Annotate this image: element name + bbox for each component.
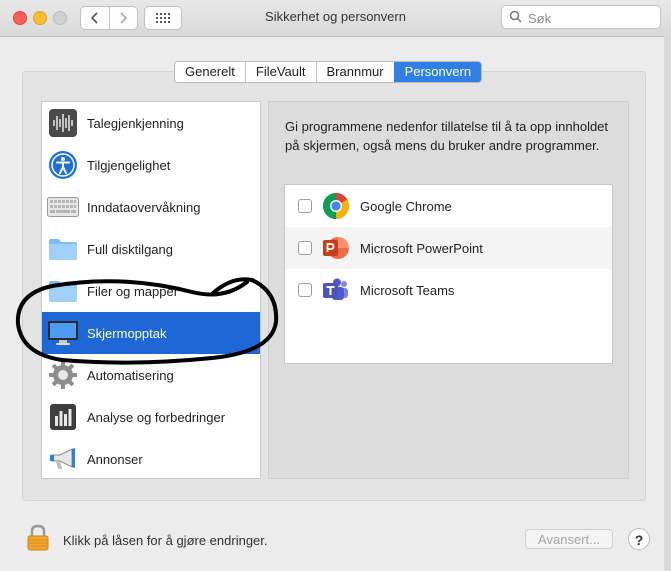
- sidebar-item-label: Annonser: [87, 451, 143, 467]
- sidebar-item-skjermopptak[interactable]: Skjermopptak: [42, 312, 260, 354]
- forward-button[interactable]: [108, 7, 138, 29]
- teams-icon: [322, 276, 350, 304]
- title-bar: Sikkerhet og personvern: [0, 0, 671, 37]
- waveform-icon: [47, 107, 79, 139]
- minimize-window-button[interactable]: [33, 11, 47, 25]
- sidebar-item-label: Automatisering: [87, 367, 174, 383]
- list-item-microsoft-teams[interactable]: Microsoft Teams: [285, 269, 612, 311]
- list-item-google-chrome[interactable]: Google Chrome: [285, 185, 612, 227]
- privacy-category-list[interactable]: Talegjenkjenning Tilgjengelighet Inndata…: [41, 101, 261, 479]
- gear-icon: [47, 359, 79, 391]
- bar-chart-icon: [47, 401, 79, 433]
- accessibility-icon: [47, 149, 79, 181]
- lock-icon: [27, 524, 49, 551]
- sidebar-item-label: Analyse og forbedringer: [87, 409, 226, 425]
- microsoft-teams-checkbox[interactable]: [298, 283, 312, 297]
- window-edge: [664, 36, 671, 571]
- chevron-right-icon: [120, 12, 128, 24]
- sidebar-item-automatisering[interactable]: Automatisering: [42, 354, 260, 396]
- close-window-button[interactable]: [13, 11, 27, 25]
- sidebar-item-inndataovervakning[interactable]: Inndataovervåkning: [42, 186, 260, 228]
- sidebar-item-label: Inndataovervåkning: [87, 199, 201, 215]
- google-chrome-checkbox[interactable]: [298, 199, 312, 213]
- search-field[interactable]: [501, 5, 661, 29]
- app-name: Google Chrome: [360, 198, 452, 214]
- app-permission-list[interactable]: Google Chrome Microsoft PowerPoint Micro…: [284, 184, 613, 364]
- list-item-microsoft-powerpoint[interactable]: Microsoft PowerPoint: [285, 227, 612, 269]
- tab-personvern[interactable]: Personvern: [393, 62, 482, 82]
- sidebar-item-label: Talegjenkjenning: [87, 115, 184, 131]
- navigation-buttons: [80, 6, 138, 30]
- sidebar-item-talegjenkjenning[interactable]: Talegjenkjenning: [42, 102, 260, 144]
- chevron-left-icon: [90, 12, 98, 24]
- tab-brannmur[interactable]: Brannmur: [315, 62, 394, 82]
- search-input[interactable]: [526, 8, 658, 28]
- powerpoint-icon: [322, 234, 350, 262]
- lock-button[interactable]: [25, 524, 51, 555]
- sidebar-item-tilgjengelighet[interactable]: Tilgjengelighet: [42, 144, 260, 186]
- window-title: Sikkerhet og personvern: [265, 9, 406, 24]
- permission-description: Gi programmene nedenfor tillatelse til å…: [285, 119, 609, 153]
- folder-icon: [47, 233, 79, 265]
- back-button[interactable]: [81, 7, 109, 29]
- app-name: Microsoft Teams: [360, 282, 455, 298]
- sidebar-item-label: Filer og mapper: [87, 283, 179, 299]
- sidebar-item-annonser[interactable]: Annonser: [42, 438, 260, 478]
- microsoft-powerpoint-checkbox[interactable]: [298, 241, 312, 255]
- search-icon: [509, 10, 522, 23]
- tab-filevault[interactable]: FileVault: [244, 62, 316, 82]
- folder-icon: [47, 275, 79, 307]
- help-button[interactable]: ?: [628, 528, 650, 550]
- sidebar-item-full-disktilgang[interactable]: Full disktilgang: [42, 228, 260, 270]
- sidebar-item-analyse-og-forbedringer[interactable]: Analyse og forbedringer: [42, 396, 260, 438]
- sidebar-item-filer-og-mapper[interactable]: Filer og mapper: [42, 270, 260, 312]
- megaphone-icon: [47, 443, 79, 475]
- show-all-button[interactable]: [144, 6, 182, 30]
- chrome-icon: [322, 192, 350, 220]
- display-icon: [47, 317, 79, 349]
- advanced-button[interactable]: Avansert...: [525, 529, 613, 549]
- app-name: Microsoft PowerPoint: [360, 240, 483, 256]
- grid-icon: [156, 13, 170, 23]
- zoom-window-button[interactable]: [53, 11, 67, 25]
- sidebar-item-label: Skjermopptak: [87, 325, 167, 341]
- lock-hint-text: Klikk på låsen for å gjøre endringer.: [63, 533, 268, 548]
- sidebar-item-label: Full disktilgang: [87, 241, 173, 257]
- preferences-window: Sikkerhet og personvern Generelt FileVau…: [0, 0, 671, 571]
- tab-generelt[interactable]: Generelt: [175, 62, 245, 82]
- tab-bar: Generelt FileVault Brannmur Personvern: [174, 61, 483, 83]
- sidebar-item-label: Tilgjengelighet: [87, 157, 171, 173]
- keyboard-icon: [47, 191, 79, 223]
